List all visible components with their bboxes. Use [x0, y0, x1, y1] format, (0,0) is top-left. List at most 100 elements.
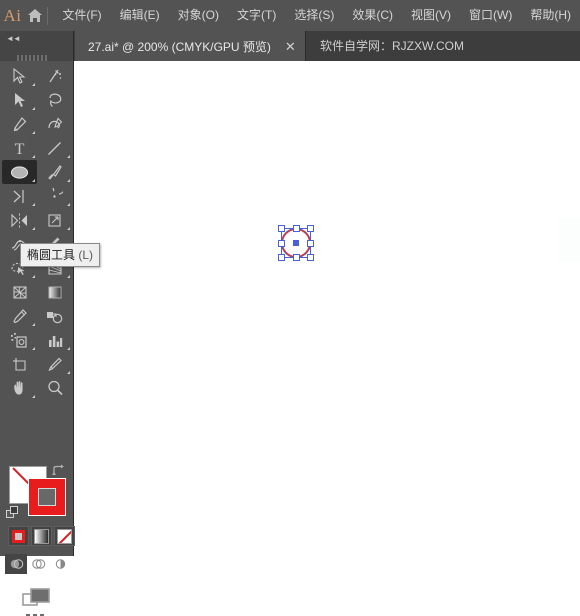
tool-selection[interactable] [2, 64, 37, 88]
tool-menu-indicator [32, 275, 35, 278]
tool-mesh[interactable] [2, 280, 37, 304]
selection-handle[interactable] [278, 225, 285, 232]
menu-view[interactable]: 视图(V) [402, 0, 460, 31]
menu-effect[interactable]: 效果(C) [343, 0, 402, 31]
menu-file[interactable]: 文件(F) [53, 0, 110, 31]
tool-row [2, 352, 72, 376]
tool-eyedropper[interactable] [2, 304, 37, 328]
default-fill-stroke-icon[interactable] [6, 506, 19, 524]
draw-mode-normal[interactable] [5, 554, 27, 574]
selected-ellipse-object[interactable] [278, 225, 314, 261]
tool-artboard[interactable] [2, 352, 37, 376]
drag-gripper-icon[interactable] [17, 49, 57, 62]
tool-curvature[interactable] [37, 112, 72, 136]
paint-mode-buttons [8, 526, 75, 546]
tool-type[interactable]: T [2, 136, 37, 160]
tool-gradient[interactable] [37, 280, 72, 304]
tool-menu-indicator [67, 179, 70, 182]
tool-line-segment[interactable] [37, 136, 72, 160]
tool-menu-indicator [32, 323, 35, 326]
document-tab-title: 27.ai* @ 200% (CMYK/GPU 预览) [88, 39, 271, 54]
selection-handle[interactable] [293, 254, 300, 261]
app-logo: Ai [3, 6, 22, 25]
stroke-swatch[interactable] [28, 478, 66, 516]
paint-mode-gradient[interactable] [31, 526, 52, 546]
watermark-text: 软件自学网：RJZXW.COM [320, 39, 464, 53]
svg-text:T: T [15, 141, 25, 157]
home-icon[interactable] [25, 8, 45, 23]
selection-handle[interactable] [293, 225, 300, 232]
tool-symbol-sprayer[interactable] [2, 328, 37, 352]
menu-window[interactable]: 窗口(W) [460, 0, 521, 31]
tool-row [2, 112, 72, 136]
tool-shaper-eraser[interactable] [2, 184, 37, 208]
close-icon[interactable]: ✕ [285, 40, 296, 53]
color-controls [0, 406, 75, 616]
tool-menu-indicator [67, 155, 70, 158]
selection-handle[interactable] [307, 225, 314, 232]
selection-handle[interactable] [307, 254, 314, 261]
menu-bar: Ai 文件(F) 编辑(E) 对象(O) 文字(T) 选择(S) 效果(C) 视… [0, 0, 580, 31]
tool-row [2, 64, 72, 88]
tool-menu-indicator [32, 131, 35, 134]
menu-type[interactable]: 文字(T) [228, 0, 285, 31]
tool-menu-indicator [67, 203, 70, 206]
tool-direct-selection[interactable] [2, 88, 37, 112]
tool-slice[interactable] [37, 352, 72, 376]
toolbar-header: ◄◄ [0, 31, 74, 62]
tool-menu-indicator [32, 227, 35, 230]
draw-mode-behind[interactable] [27, 554, 49, 574]
tool-menu-indicator [67, 347, 70, 350]
menu-object[interactable]: 对象(O) [169, 0, 228, 31]
double-chevron-left-icon[interactable]: ◄◄ [6, 34, 21, 43]
tools-panel: T 椭圆工具 (L) [0, 61, 101, 616]
tool-menu-indicator [67, 275, 70, 278]
tooltip-label: 椭圆工具 [27, 248, 76, 262]
canvas-edge-artifact [558, 219, 580, 261]
paint-mode-color[interactable] [8, 526, 29, 546]
tool-scale[interactable] [37, 208, 72, 232]
tool-row: T [2, 136, 72, 160]
tool-row [2, 88, 72, 112]
selection-handle[interactable] [278, 254, 285, 261]
selection-handle[interactable] [307, 240, 314, 247]
menu-select[interactable]: 选择(S) [285, 0, 343, 31]
tool-rotate[interactable] [37, 184, 72, 208]
tools-grid: T [2, 64, 72, 400]
draw-mode-buttons [5, 554, 71, 574]
menubar-divider [46, 6, 48, 25]
tool-menu-indicator [32, 107, 35, 110]
selection-handle[interactable] [278, 240, 285, 247]
tool-zoom[interactable] [37, 376, 72, 400]
tool-menu-indicator [32, 155, 35, 158]
tool-row [2, 376, 72, 400]
center-anchor-point [293, 240, 299, 246]
none-swatch-icon [57, 528, 72, 544]
tool-row [2, 280, 72, 304]
document-tab[interactable]: 27.ai* @ 200% (CMYK/GPU 预览) ✕ [75, 31, 306, 61]
tool-lasso[interactable] [37, 88, 72, 112]
tool-menu-indicator [32, 347, 35, 350]
tool-row [2, 208, 72, 232]
tool-hand[interactable] [2, 376, 37, 400]
tool-menu-indicator [32, 179, 35, 182]
menu-help[interactable]: 帮助(H) [521, 0, 580, 31]
paint-mode-none[interactable] [54, 526, 75, 546]
tool-pen[interactable] [2, 112, 37, 136]
swap-fill-stroke-icon[interactable] [52, 464, 66, 483]
stroke-swatch-inner [38, 488, 56, 506]
color-swatch-icon [12, 529, 25, 543]
tool-ellipse[interactable] [2, 160, 37, 184]
screen-mode-icon[interactable] [22, 586, 52, 615]
document-canvas[interactable] [75, 61, 580, 556]
tool-blend[interactable] [37, 304, 72, 328]
draw-mode-inside[interactable] [49, 554, 71, 574]
tool-row [2, 184, 72, 208]
tool-menu-indicator [67, 227, 70, 230]
tool-magic-wand[interactable] [37, 64, 72, 88]
menu-edit[interactable]: 编辑(E) [111, 0, 169, 31]
tool-column-graph[interactable] [37, 328, 72, 352]
tool-paintbrush[interactable] [37, 160, 72, 184]
gradient-swatch-icon [34, 528, 49, 544]
tool-reflect[interactable] [2, 208, 37, 232]
